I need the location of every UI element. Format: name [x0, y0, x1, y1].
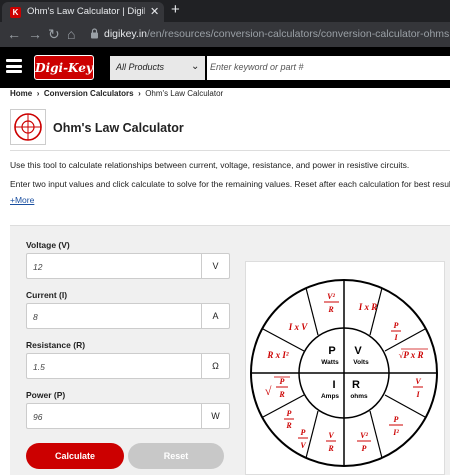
divider — [10, 150, 450, 151]
svg-text:I²: I² — [392, 428, 399, 437]
wheel-r-unit: ohms — [350, 393, 368, 400]
svg-text:V: V — [415, 377, 421, 386]
ohms-law-wheel: P Watts V Volts I Amps R ohms V² R I x R… — [245, 261, 445, 475]
svg-text:V: V — [328, 431, 334, 440]
description-line-1: Use this tool to calculate relationships… — [10, 160, 410, 170]
svg-text:P: P — [301, 428, 306, 437]
wheel-v-unit: Volts — [353, 359, 369, 366]
reload-icon[interactable]: ↻ — [48, 26, 60, 42]
calculate-button[interactable]: Calculate — [26, 443, 124, 469]
resistance-label: Resistance (R) — [26, 340, 86, 350]
power-value: 96 — [33, 412, 43, 422]
svg-text:P: P — [280, 377, 285, 386]
back-icon[interactable]: ← — [7, 26, 21, 42]
url-domain: digikey.in — [104, 28, 147, 40]
digikey-logo[interactable]: Digi-Key — [34, 55, 94, 80]
wheel-r-letter: R — [352, 379, 360, 391]
resistance-unit: Ω — [201, 354, 229, 378]
tab-close-icon[interactable]: ✕ — [150, 5, 159, 18]
svg-text:R: R — [327, 305, 334, 314]
site-favicon-icon: K — [10, 7, 21, 18]
current-unit: A — [201, 304, 229, 328]
category-select[interactable]: All Products ⌄ — [110, 56, 205, 80]
category-select-value: All Products — [116, 62, 165, 72]
svg-text:P: P — [394, 321, 399, 330]
svg-text:V: V — [300, 441, 306, 450]
breadcrumb-separator: › — [135, 89, 143, 98]
breadcrumb: Home › Conversion Calculators › Ohm's La… — [10, 89, 223, 98]
current-input[interactable]: 8 A — [26, 303, 230, 329]
svg-text:√: √ — [265, 384, 272, 398]
current-label: Current (I) — [26, 290, 68, 300]
search-placeholder: Enter keyword or part # — [210, 62, 304, 72]
description-line-2: Enter two input values and click calcula… — [10, 179, 450, 189]
forward-icon[interactable]: → — [28, 26, 42, 42]
browser-tab-bar: K Ohm's Law Calculator | DigiKey E ✕ + — [0, 0, 450, 22]
resistance-input[interactable]: 1.5 Ω — [26, 353, 230, 379]
breadcrumb-home[interactable]: Home — [10, 89, 32, 98]
home-icon[interactable]: ⌂ — [67, 26, 75, 42]
wheel-p-letter: P — [328, 345, 335, 357]
chevron-down-icon: ⌄ — [191, 61, 200, 72]
svg-text:V²: V² — [327, 292, 335, 301]
wheel-p-unit: Watts — [321, 359, 339, 366]
voltage-unit: V — [201, 254, 229, 278]
reset-button[interactable]: Reset — [128, 443, 224, 469]
ohms-law-wheel-diagram: P Watts V Volts I Amps R ohms V² R I x R… — [250, 279, 438, 467]
new-tab-button[interactable]: + — [171, 1, 180, 18]
more-link[interactable]: +More — [10, 195, 34, 205]
wheel-i-unit: Amps — [321, 393, 339, 400]
search-input[interactable]: Enter keyword or part # — [207, 56, 450, 80]
wheel-i-letter: I — [332, 379, 335, 391]
power-label: Power (P) — [26, 390, 66, 400]
breadcrumb-conversion-calculators[interactable]: Conversion Calculators — [44, 89, 134, 98]
tab-title: Ohm's Law Calculator | DigiKey E — [27, 6, 145, 17]
browser-tab[interactable]: K Ohm's Law Calculator | DigiKey E ✕ — [2, 2, 164, 22]
svg-text:R: R — [327, 444, 334, 453]
voltage-label: Voltage (V) — [26, 240, 70, 250]
formula-r-x-i2: R x I² — [266, 350, 289, 360]
resistance-value: 1.5 — [33, 362, 45, 372]
wheel-v-letter: V — [354, 345, 362, 357]
svg-text:R: R — [285, 421, 292, 430]
current-value: 8 — [33, 312, 38, 322]
lock-icon[interactable] — [90, 28, 99, 39]
formula-i-x-v: I x V — [288, 322, 309, 332]
url-field[interactable]: digikey.in/en/resources/conversion-calcu… — [104, 28, 449, 40]
breadcrumb-separator: › — [34, 89, 42, 98]
address-bar: ← → ↻ ⌂ digikey.in/en/resources/conversi… — [0, 22, 450, 47]
svg-text:V²: V² — [360, 431, 368, 440]
svg-text:P: P — [394, 415, 399, 424]
voltage-value: 12 — [33, 262, 43, 272]
svg-text:R: R — [278, 390, 285, 399]
page-title: Ohm's Law Calculator — [53, 121, 184, 135]
menu-icon[interactable] — [6, 59, 22, 73]
svg-text:√P x R: √P x R — [398, 350, 423, 360]
svg-text:P: P — [287, 409, 292, 418]
power-unit: W — [201, 404, 229, 428]
url-path: /en/resources/conversion-calculators/con… — [147, 28, 450, 40]
voltage-input[interactable]: 12 V — [26, 253, 230, 279]
svg-text:P: P — [362, 444, 367, 453]
breadcrumb-current: Ohm's Law Calculator — [145, 89, 224, 98]
power-input[interactable]: 96 W — [26, 403, 230, 429]
formula-i-x-r: I x R — [358, 302, 378, 312]
ohms-law-wheel-icon — [10, 109, 46, 145]
